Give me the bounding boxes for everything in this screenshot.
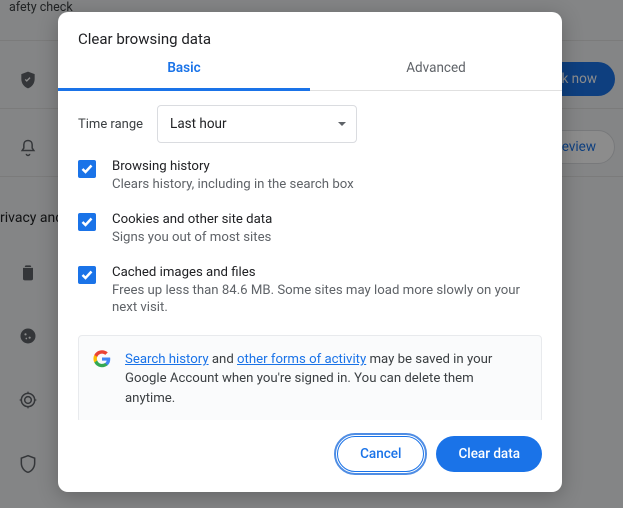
option-browsing-history: Browsing history Clears history, includi… (78, 159, 542, 194)
dialog-tabs: Basic Advanced (58, 60, 562, 91)
option-title: Cookies and other site data (112, 212, 272, 227)
dialog-title: Clear browsing data (58, 12, 562, 60)
option-subtitle: Clears history, including in the search … (112, 176, 354, 194)
option-subtitle: Signs you out of most sites (112, 229, 272, 247)
time-range-label: Time range (78, 117, 143, 132)
option-cache: Cached images and files Frees up less th… (78, 265, 542, 318)
info-message: Search history and other forms of activi… (125, 350, 527, 407)
chevron-down-icon (338, 122, 346, 126)
clear-data-button[interactable]: Clear data (436, 436, 542, 472)
info-text: and (209, 352, 237, 367)
option-cookies: Cookies and other site data Signs you ou… (78, 212, 542, 247)
checkbox-cache[interactable] (78, 266, 96, 284)
option-title: Cached images and files (112, 265, 542, 280)
check-icon (81, 217, 93, 227)
option-title: Browsing history (112, 159, 354, 174)
clear-browsing-data-dialog: Clear browsing data Basic Advanced Time … (58, 12, 562, 492)
tab-basic[interactable]: Basic (58, 60, 310, 91)
check-icon (81, 270, 93, 280)
time-range-row: Time range Last hour (78, 105, 542, 143)
link-other-activity[interactable]: other forms of activity (237, 352, 366, 367)
dialog-actions: Cancel Clear data (58, 420, 562, 492)
checkbox-cookies[interactable] (78, 213, 96, 231)
google-logo-icon (93, 350, 111, 368)
google-account-info: Search history and other forms of activi… (78, 335, 542, 420)
dialog-body: Time range Last hour Browsing history Cl… (58, 91, 562, 420)
time-range-value: Last hour (170, 116, 227, 132)
option-subtitle: Frees up less than 84.6 MB. Some sites m… (112, 282, 542, 318)
cancel-button[interactable]: Cancel (337, 436, 424, 472)
time-range-select[interactable]: Last hour (157, 105, 357, 143)
checkbox-browsing-history[interactable] (78, 160, 96, 178)
link-search-history[interactable]: Search history (125, 352, 209, 367)
check-icon (81, 164, 93, 174)
tab-advanced[interactable]: Advanced (310, 60, 562, 90)
